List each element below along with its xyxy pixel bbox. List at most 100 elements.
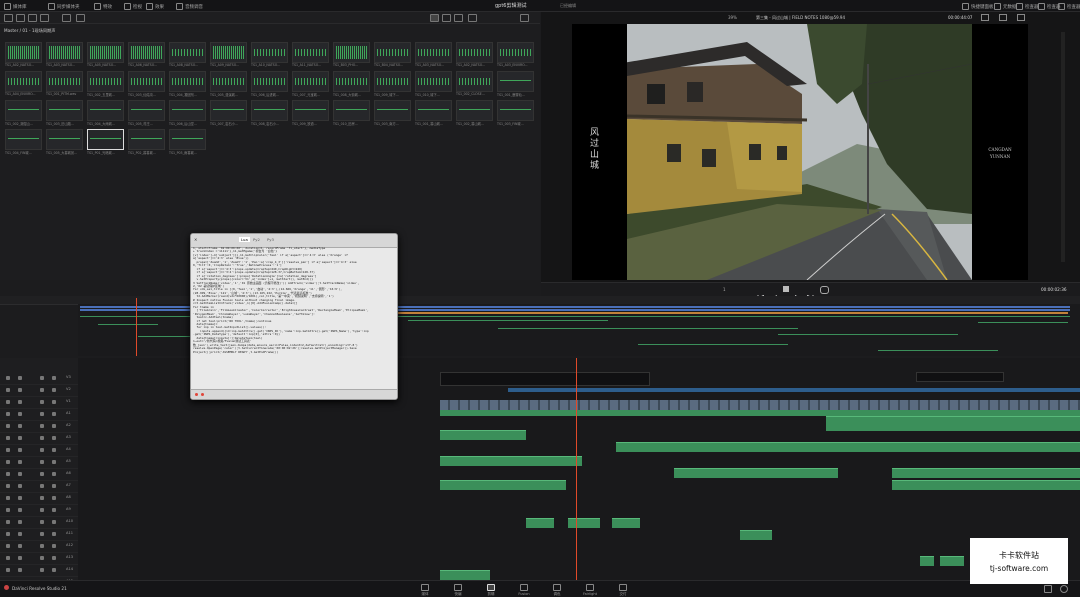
filter-icon[interactable] xyxy=(62,14,71,22)
monitor-icon[interactable] xyxy=(52,423,56,428)
audio-clip[interactable] xyxy=(568,518,600,528)
clip-thumbnail[interactable] xyxy=(456,71,493,92)
page-tab-cut[interactable]: 快编 xyxy=(443,584,473,597)
lock-icon[interactable] xyxy=(6,435,10,440)
audio-clip[interactable] xyxy=(778,442,1080,452)
clip-thumbnail[interactable] xyxy=(169,42,206,63)
link-icon[interactable] xyxy=(18,483,22,488)
bin-list-icon[interactable] xyxy=(4,14,13,22)
clip-thumbnail[interactable] xyxy=(46,100,83,121)
monitor-icon[interactable] xyxy=(52,567,56,572)
speaker-icon[interactable] xyxy=(40,447,44,452)
clip-thumbnail[interactable] xyxy=(46,71,83,92)
speaker-icon[interactable] xyxy=(40,555,44,560)
link-icon[interactable] xyxy=(18,555,22,560)
track-header[interactable]: V3 xyxy=(0,372,78,385)
link-icon[interactable] xyxy=(18,435,22,440)
clip-thumbnail[interactable] xyxy=(87,100,124,121)
clip-thumbnail[interactable] xyxy=(456,42,493,63)
speaker-icon[interactable] xyxy=(40,471,44,476)
track-header[interactable]: A12 xyxy=(0,540,78,553)
tag-icon[interactable] xyxy=(76,14,85,22)
clip-thumbnail[interactable] xyxy=(292,42,329,63)
speaker-icon[interactable] xyxy=(40,459,44,464)
clip-thumbnail[interactable] xyxy=(5,129,42,150)
clip-thumbnail[interactable] xyxy=(415,42,452,63)
jump-start-icon[interactable] xyxy=(757,286,765,302)
clip-thumbnail[interactable] xyxy=(169,100,206,121)
play-reverse-icon[interactable] xyxy=(771,286,777,301)
clip-thumbnail[interactable] xyxy=(169,129,206,150)
speaker-icon[interactable] xyxy=(40,375,44,380)
speaker-icon[interactable] xyxy=(40,507,44,512)
lock-icon[interactable] xyxy=(6,399,10,404)
link-icon[interactable] xyxy=(18,531,22,536)
link-icon[interactable] xyxy=(18,567,22,572)
audio-clip[interactable] xyxy=(826,416,1080,431)
monitor-icon[interactable] xyxy=(52,411,56,416)
track-header[interactable]: A13 xyxy=(0,552,78,565)
menu-inspector-panel[interactable]: 检查器 xyxy=(1016,2,1039,10)
clip-thumbnail[interactable] xyxy=(456,100,493,121)
clip-thumbnail[interactable] xyxy=(415,71,452,92)
menu-keyboard[interactable]: 快捷键面板 xyxy=(962,2,994,10)
lock-icon[interactable] xyxy=(6,567,10,572)
speaker-icon[interactable] xyxy=(40,423,44,428)
lock-icon[interactable] xyxy=(6,555,10,560)
timeline-name[interactable]: 第三集 - 风过山城 | FIELD NOTES 1080@59.94 xyxy=(756,15,845,21)
menu-effects[interactable]: 特效 xyxy=(94,2,112,10)
track-header[interactable]: A1 xyxy=(0,408,78,421)
menu-metadata[interactable]: 元数据 xyxy=(994,2,1017,10)
menu-inspector[interactable]: 检查器 xyxy=(1058,2,1080,10)
lock-icon[interactable] xyxy=(6,387,10,392)
clip-thumbnail[interactable] xyxy=(210,42,247,63)
lock-icon[interactable] xyxy=(6,471,10,476)
monitor-icon[interactable] xyxy=(52,471,56,476)
clip-thumbnail[interactable] xyxy=(169,71,206,92)
clip-thumbnail[interactable] xyxy=(128,100,165,121)
audio-clip[interactable] xyxy=(892,480,1080,490)
sort-order-icon[interactable] xyxy=(468,14,477,22)
clip-thumbnail[interactable] xyxy=(333,71,370,92)
menu-media-pool[interactable]: 媒体库 xyxy=(4,2,27,10)
monitor-icon[interactable] xyxy=(52,447,56,452)
sort-icon[interactable] xyxy=(16,14,25,22)
clip-thumbnail[interactable] xyxy=(251,71,288,92)
lock-icon[interactable] xyxy=(6,411,10,416)
link-icon[interactable] xyxy=(18,519,22,524)
overview-playhead[interactable] xyxy=(136,298,137,356)
clip-thumbnail[interactable] xyxy=(128,129,165,150)
monitor-icon[interactable] xyxy=(52,459,56,464)
speaker-icon[interactable] xyxy=(40,399,44,404)
clip-thumbnail[interactable] xyxy=(128,71,165,92)
title-clip[interactable] xyxy=(440,372,650,386)
monitor-icon[interactable] xyxy=(52,555,56,560)
speaker-icon[interactable] xyxy=(40,543,44,548)
link-icon[interactable] xyxy=(18,387,22,392)
metadata-view-icon[interactable] xyxy=(454,14,463,22)
track-header[interactable]: V2 xyxy=(0,384,78,397)
monitor-icon[interactable] xyxy=(52,483,56,488)
page-tab-color[interactable]: 调色 xyxy=(542,584,572,597)
monitor-icon[interactable] xyxy=(52,519,56,524)
monitor-icon[interactable] xyxy=(52,375,56,380)
audio-clip[interactable] xyxy=(612,518,640,528)
track-header[interactable]: A6 xyxy=(0,468,78,481)
speaker-icon[interactable] xyxy=(40,495,44,500)
monitor-icon[interactable] xyxy=(52,507,56,512)
lock-icon[interactable] xyxy=(6,507,10,512)
link-icon[interactable] xyxy=(18,543,22,548)
page-tab-fusion[interactable]: Fusion xyxy=(509,584,539,596)
link-icon[interactable] xyxy=(18,447,22,452)
speaker-icon[interactable] xyxy=(40,531,44,536)
link-icon[interactable] xyxy=(18,507,22,512)
monitor-icon[interactable] xyxy=(52,435,56,440)
list-view-icon[interactable] xyxy=(430,14,439,22)
link-icon[interactable] xyxy=(18,495,22,500)
track-header[interactable]: A10 xyxy=(0,516,78,529)
track-header[interactable]: A7 xyxy=(0,480,78,493)
audio-clip[interactable] xyxy=(440,430,526,440)
track-header[interactable]: A3 xyxy=(0,432,78,445)
menu-mixer[interactable]: 音频调音 xyxy=(176,2,203,10)
link-icon[interactable] xyxy=(18,423,22,428)
